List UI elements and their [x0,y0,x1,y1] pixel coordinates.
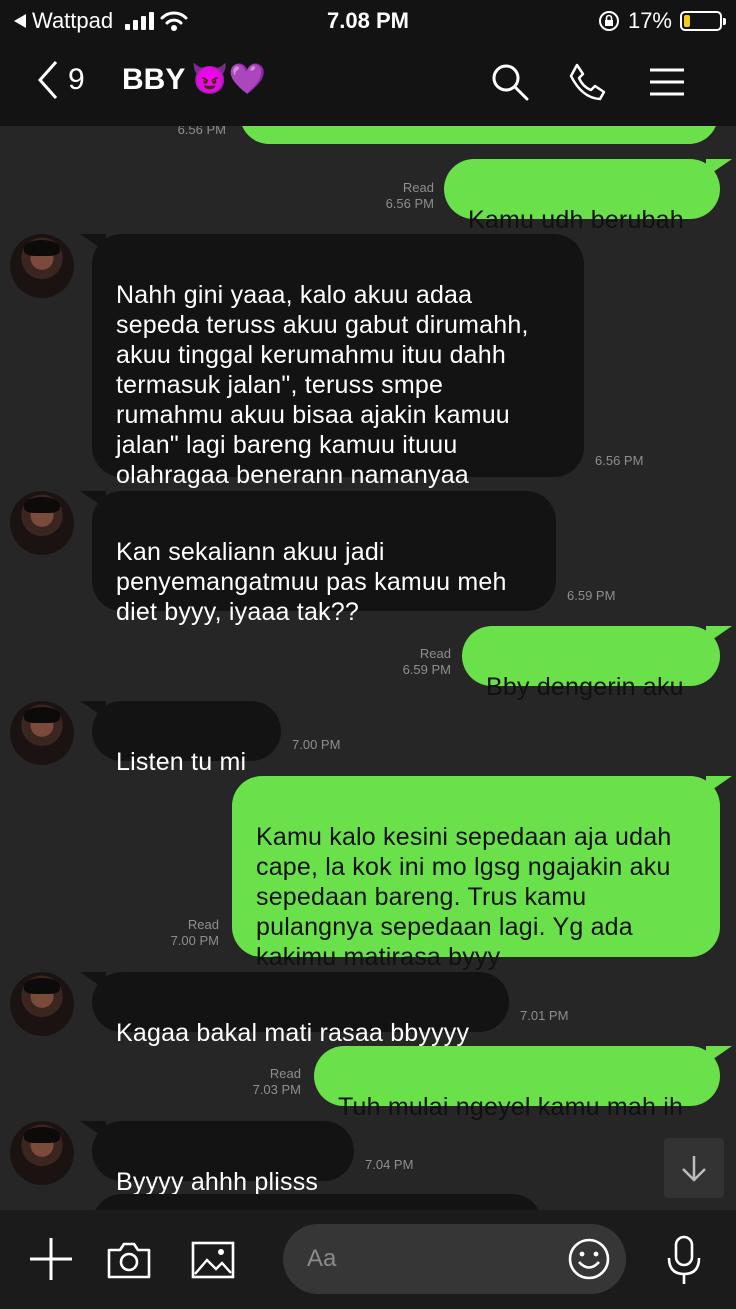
title-emojis: 😈💜 [191,63,267,96]
microphone-icon[interactable] [664,1234,704,1288]
battery-percent: 17% [627,8,672,33]
message-meta: Read 6.56 PM [360,180,434,212]
message-text: Kan sekaliann akuu jadi penyemangatmuu p… [116,538,507,626]
chat-header: 9 BBY 😈💜 [0,42,736,126]
message-time: 6.56 PM [595,453,643,469]
plus-icon[interactable] [28,1236,74,1282]
avatar[interactable] [10,701,74,765]
image-icon[interactable] [190,1240,236,1280]
outgoing-message[interactable]: Bby dengerin aku [462,626,732,701]
contact-name: BBY [122,62,186,96]
read-receipt: Read [269,1066,301,1081]
message-time: 7.01 PM [520,1008,568,1024]
avatar[interactable] [10,491,74,555]
message-input-wrapper [283,1224,626,1294]
outgoing-message[interactable]: Kamu udh berubah [444,159,732,234]
message-meta: Read 7.00 PM [144,917,219,949]
avatar[interactable] [10,1121,74,1185]
time-label: 7.01 PM [520,1008,569,1023]
message-time: 6.56 PM [150,126,226,138]
incoming-message[interactable] [92,1194,542,1210]
scroll-to-bottom-button[interactable] [664,1138,724,1198]
avatar[interactable] [10,234,74,298]
incoming-message[interactable]: Nahh gini yaaa, kalo akuu adaa sepeda te… [80,234,584,489]
chat-title[interactable]: BBY 😈💜 [122,62,266,97]
message-list[interactable]: 6.56 PM Read 6.56 PM Kamu udh berubah Na… [0,126,736,1210]
search-icon[interactable] [490,62,530,102]
orientation-lock-icon [598,11,619,31]
message-text: Kagaa bakal mati rasaa bbyyyy [116,1019,470,1047]
message-text: Listen tu mi [116,748,247,776]
message-meta: Read 6.59 PM [376,646,451,678]
time-label: 7.00 PM [170,933,219,948]
camera-icon[interactable] [106,1240,152,1280]
read-receipt: Read [419,646,451,661]
time-label: 6.59 PM [567,588,616,603]
status-bar: Wattpad 7.08 PM 17% [0,0,736,42]
message-text: Tuh mulai ngeyel kamu mah ih [338,1093,684,1121]
message-text: Kamu kalo kesini sepedaan aja udah cape,… [256,823,672,971]
time-label: 6.56 PM [177,126,226,137]
unread-count: 9 [68,63,85,96]
status-right: 17% [598,8,726,34]
message-text: Nahh gini yaaa, kalo akuu adaa sepeda te… [116,281,529,489]
incoming-message[interactable]: Byyyy ahhh plisss [80,1121,354,1196]
read-receipt: Read [187,917,219,932]
battery-level [684,15,690,27]
chevron-left-icon [37,61,58,99]
avatar[interactable] [10,972,74,1036]
phone-icon[interactable] [567,62,607,102]
message-time: 7.04 PM [365,1157,413,1173]
outgoing-message[interactable] [240,126,718,144]
message-input[interactable] [307,1224,567,1294]
composer-bar [0,1210,736,1309]
message-meta: Read 7.03 PM [226,1066,301,1098]
time-label: 7.04 PM [365,1157,414,1172]
arrow-down-icon [682,1156,706,1182]
back-button[interactable]: 9 [36,60,85,100]
time-label: 7.03 PM [252,1082,301,1097]
incoming-message[interactable]: Kagaa bakal mati rasaa bbyyyy [80,972,509,1047]
battery-icon [680,11,726,31]
message-text: Byyyy ahhh plisss [116,1168,319,1196]
outgoing-message[interactable]: Tuh mulai ngeyel kamu mah ih [314,1046,732,1121]
message-text: Bby dengerin aku [486,673,684,701]
incoming-message[interactable]: Kan sekaliann akuu jadi penyemangatmuu p… [80,491,556,626]
time-label: 6.56 PM [385,196,434,211]
message-text: Kamu udh berubah [468,206,684,234]
read-receipt: Read [402,180,434,195]
message-time: 6.59 PM [567,588,615,604]
incoming-message[interactable]: Listen tu mi [80,701,281,776]
time-label: 7.00 PM [292,737,341,752]
message-time: 7.00 PM [292,737,340,753]
time-label: 6.59 PM [402,662,451,677]
time-label: 6.56 PM [595,453,644,468]
menu-icon[interactable] [648,62,686,102]
emoji-icon[interactable] [567,1237,611,1281]
outgoing-message[interactable]: Kamu kalo kesini sepedaan aja udah cape,… [232,776,732,971]
